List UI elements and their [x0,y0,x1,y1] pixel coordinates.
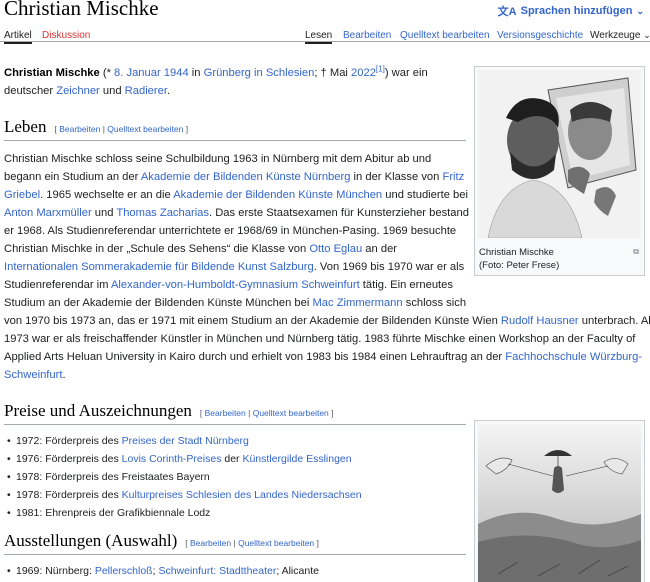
link-birth-place[interactable]: Grünberg in Schlesien [204,67,315,79]
link-lovis-corinth-preis[interactable]: Lovis Corinth-Preises [122,453,222,465]
link-schweinfurt-stadttheater[interactable]: Schweinfurt: Stadttheater [158,565,276,577]
artwork-thumbnail[interactable] [474,420,645,582]
list-item: 1976: Förderpreis des Lovis Corinth-Prei… [7,450,352,468]
portrait-photo[interactable] [478,70,641,238]
link-akademie-nuernberg[interactable]: Akademie der Bildenden Künste Nürnberg [141,171,351,183]
list-item: 1978: Förderpreis des Kulturpreises Schl… [7,486,362,504]
edit-source-section-link[interactable]: Quelltext bearbeiten [253,408,329,418]
leben-line: von 1970 bis 1973 an, das er 1971 mit ei… [4,315,650,327]
leben-line: Christian Mischke in der „Schule des Seh… [4,243,398,255]
leben-line: Anton Marxmüller und Thomas Zacharias. D… [4,207,469,219]
list-item: 1981: Ehrenpreis der Grafikbiennale Lodz [7,504,210,522]
chevron-down-icon: ⌄ [643,30,650,40]
heading-divider [4,554,466,555]
link-kulturpreis-schlesien[interactable]: Kulturpreises Schlesien des Landes Niede… [122,489,362,501]
link-humboldt-gymnasium[interactable]: Alexander-von-Humboldt-Gymnasium Schwein… [111,279,360,291]
link-mac-zimmermann[interactable]: Mac Zimmermann [312,297,402,309]
link-schweinfurt[interactable]: Schweinfurt [4,369,62,381]
chevron-down-icon: ⌄ [636,5,644,16]
tab-versionsgeschichte[interactable]: Versionsgeschichte [497,30,583,41]
link-thomas-zacharias[interactable]: Thomas Zacharias [116,207,209,219]
link-rudolf-hausner[interactable]: Rudolf Hausner [501,315,579,327]
section-heading-leben: Leben[ Bearbeiten | Quelltext bearbeiten… [4,117,189,136]
tab-artikel[interactable]: Artikel [4,30,32,44]
tab-quelltext-bearbeiten[interactable]: Quelltext bearbeiten [400,30,490,41]
leben-line: Griebel. 1965 wechselte er an die Akadem… [4,189,468,201]
leben-line: Christian Mischke schloss seine Schulbil… [4,153,432,165]
thumbnail-caption-line1: Christian Mischke [479,247,554,258]
add-languages-label: Sprachen hinzufügen [520,5,633,17]
footnote-ref-1[interactable]: [1] [376,64,385,73]
page-header: Christian Mischke 文A Sprachen hinzufügen… [0,0,650,20]
tools-menu[interactable]: Werkzeuge ⌄ [590,30,650,41]
leben-line: Studienreferendar im Alexander-von-Humbo… [4,279,453,291]
leben-line: Applied Arts Heluan University in Kairo … [4,351,643,363]
link-fh-wuerzburg[interactable]: Fachhochschule Würzburg- [505,351,642,363]
link-death-year[interactable]: 2022 [351,67,376,79]
link-sommerakademie-salzburg[interactable]: Internationalen Sommerakademie für Bilde… [4,261,314,273]
enlarge-icon[interactable]: ⧉ [633,247,639,257]
edit-source-section-link[interactable]: Quelltext bearbeiten [107,124,183,134]
edit-section-link[interactable]: Bearbeiten [59,124,100,134]
heading-divider [4,140,466,141]
section-edit-links: [ Bearbeiten | Quelltext bearbeiten ] [54,124,189,134]
link-preis-stadt-nuernberg[interactable]: Preises der Stadt Nürnberg [122,435,249,447]
link-zeichner[interactable]: Zeichner [56,85,100,97]
leben-line: begann ein Studium an der Akademie der B… [4,171,465,183]
tab-bearbeiten[interactable]: Bearbeiten [343,30,391,41]
link-kuenstlergilde-esslingen[interactable]: Künstlergilde Esslingen [242,453,351,465]
list-item: 1978: Förderpreis des Freistaates Bayern [7,468,210,486]
section-heading-ausstellungen: Ausstellungen (Auswahl)[ Bearbeiten | Qu… [4,531,319,550]
link-pellerschloss[interactable]: Pellerschloß [95,565,153,577]
portrait-thumbnail[interactable]: Christian Mischke (Foto: Peter Frese) ⧉ [474,66,645,276]
leben-line: Schweinfurt. [4,369,66,381]
tab-diskussion[interactable]: Diskussion [42,30,90,41]
link-fritz-griebel[interactable]: Fritz [442,171,464,183]
link-fritz-griebel-2[interactable]: Griebel [4,189,40,201]
edit-section-link[interactable]: Bearbeiten [190,538,231,548]
intro-paragraph-line2: deutscher Zeichner und Radierer. [4,85,171,97]
link-otto-eglau[interactable]: Otto Eglau [309,243,362,255]
section-edit-links: [ Bearbeiten | Quelltext bearbeiten ] [199,408,334,418]
leben-line: Studium an der Akademie der Bildenden Kü… [4,297,467,309]
tab-lesen[interactable]: Lesen [305,30,333,44]
edit-section-link[interactable]: Bearbeiten [205,408,246,418]
link-anton-marxmueller[interactable]: Anton Marxmüller [4,207,92,219]
add-languages-button[interactable]: 文A Sprachen hinzufügen ⌄ [498,3,644,19]
thumbnail-caption-line2: (Foto: Peter Frese) [479,260,560,271]
page-title: Christian Mischke [4,0,159,20]
page-tabs: Artikel Diskussion Lesen Bearbeiten Quel… [0,20,650,44]
link-birth-date[interactable]: 8. Januar 1944 [114,67,189,79]
section-edit-links: [ Bearbeiten | Quelltext bearbeiten ] [185,538,319,548]
list-item: 1972: Förderpreis des Preises der Stadt … [7,432,249,450]
heading-divider [4,424,466,425]
link-akademie-muenchen[interactable]: Akademie der Bildenden Künste München [173,189,382,201]
tools-menu-label: Werkzeuge [590,30,641,41]
leben-line: Internationalen Sommerakademie für Bilde… [4,261,465,273]
artwork-image[interactable] [478,424,641,582]
intro-paragraph: Christian Mischke (* 8. Januar 1944 in G… [4,64,428,79]
leben-line: er 1968. Als Studienreferendar unterrich… [4,225,457,237]
link-radierer[interactable]: Radierer [125,85,167,97]
list-item: 1969: Nürnberg: Pellerschloß; Schweinfur… [7,562,319,580]
leben-line: 1973 war er als freischaffender Künstler… [4,333,636,345]
article-subject: Christian Mischke [4,67,100,79]
translate-icon: 文A [497,6,517,18]
edit-source-section-link[interactable]: Quelltext bearbeiten [238,538,314,548]
section-heading-preise: Preise und Auszeichnungen[ Bearbeiten | … [4,401,334,420]
